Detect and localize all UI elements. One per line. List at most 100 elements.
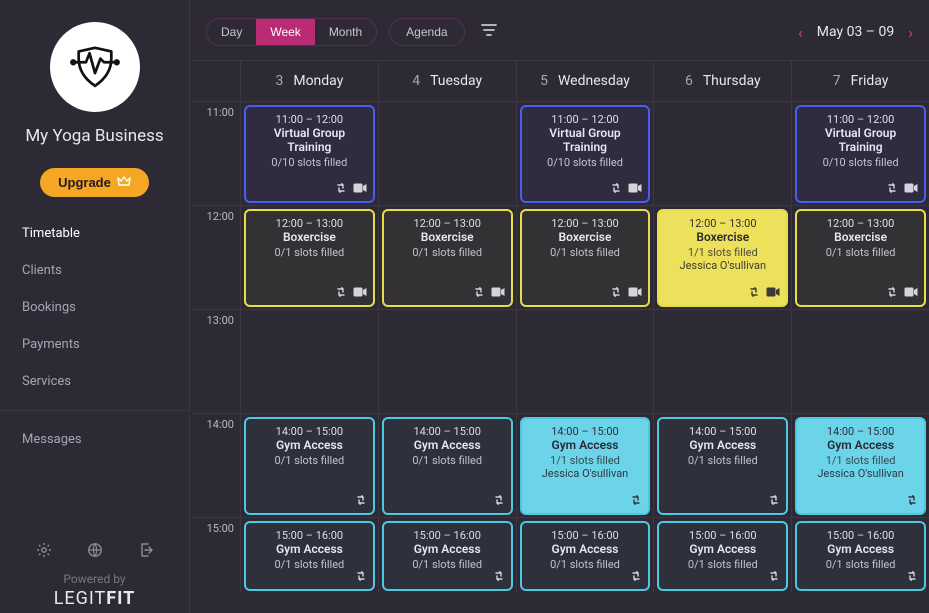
- filter-icon[interactable]: [477, 19, 501, 45]
- calendar-event[interactable]: 11:00 – 12:00Virtual Group Training0/10 …: [520, 105, 651, 203]
- day-header[interactable]: 6Thursday: [653, 61, 791, 101]
- day-name: Monday: [293, 73, 343, 89]
- event-time: 15:00 – 16:00: [827, 529, 894, 542]
- calendar-cell[interactable]: 15:00 – 16:00Gym Access0/1 slots filled: [653, 518, 791, 593]
- sidebar-item-payments[interactable]: Payments: [0, 326, 189, 363]
- view-day-button[interactable]: Day: [207, 19, 256, 45]
- event-time: 12:00 – 13:00: [551, 217, 618, 230]
- event-icons: [906, 570, 918, 585]
- calendar-cell[interactable]: 15:00 – 16:00Gym Access0/1 slots filled: [240, 518, 378, 593]
- view-month-button[interactable]: Month: [315, 19, 376, 45]
- calendar-event[interactable]: 14:00 – 15:00Gym Access1/1 slots filledJ…: [795, 417, 926, 515]
- calendar-cell[interactable]: [653, 310, 791, 413]
- event-title: Gym Access: [689, 439, 756, 453]
- sidebar-item-messages[interactable]: Messages: [0, 421, 189, 458]
- video-icon: [628, 182, 642, 197]
- sidebar-item-services[interactable]: Services: [0, 363, 189, 400]
- day-header[interactable]: 7Friday: [791, 61, 929, 101]
- calendar-event[interactable]: 15:00 – 16:00Gym Access0/1 slots filled: [520, 521, 651, 591]
- calendar-cell[interactable]: [378, 310, 516, 413]
- calendar-event[interactable]: 12:00 – 13:00Boxercise0/1 slots filled: [244, 209, 375, 307]
- calendar-cell[interactable]: 14:00 – 15:00Gym Access0/1 slots filled: [240, 414, 378, 517]
- calendar-cell[interactable]: 15:00 – 16:00Gym Access0/1 slots filled: [791, 518, 929, 593]
- event-slots: 1/1 slots filled: [826, 454, 896, 467]
- calendar-cell[interactable]: 11:00 – 12:00Virtual Group Training0/10 …: [791, 102, 929, 205]
- calendar-cell[interactable]: 14:00 – 15:00Gym Access1/1 slots filledJ…: [791, 414, 929, 517]
- event-time: 11:00 – 12:00: [827, 113, 894, 126]
- powered-by-label: Powered by: [63, 572, 125, 586]
- sidebar-item-timetable[interactable]: Timetable: [0, 215, 189, 252]
- calendar-event[interactable]: 15:00 – 16:00Gym Access0/1 slots filled: [244, 521, 375, 591]
- calendar-event[interactable]: 12:00 – 13:00Boxercise1/1 slots filledJe…: [657, 209, 788, 307]
- day-header[interactable]: 4Tuesday: [378, 61, 516, 101]
- calendar-cell[interactable]: 14:00 – 15:00Gym Access0/1 slots filled: [653, 414, 791, 517]
- sidebar-item-clients[interactable]: Clients: [0, 252, 189, 289]
- calendar-event[interactable]: 12:00 – 13:00Boxercise0/1 slots filled: [382, 209, 513, 307]
- view-week-button[interactable]: Week: [256, 19, 314, 45]
- event-time: 15:00 – 16:00: [689, 529, 756, 542]
- calendar-event[interactable]: 15:00 – 16:00Gym Access0/1 slots filled: [657, 521, 788, 591]
- calendar-cell[interactable]: 12:00 – 13:00Boxercise1/1 slots filledJe…: [653, 206, 791, 309]
- calendar-event[interactable]: 11:00 – 12:00Virtual Group Training0/10 …: [795, 105, 926, 203]
- event-title: Gym Access: [552, 543, 619, 557]
- calendar-cell[interactable]: [516, 310, 654, 413]
- globe-icon[interactable]: [87, 542, 103, 562]
- event-title: Boxercise: [696, 231, 749, 245]
- agenda-button[interactable]: Agenda: [389, 18, 464, 46]
- calendar-event[interactable]: 12:00 – 13:00Boxercise0/1 slots filled: [520, 209, 651, 307]
- event-title: Boxercise: [421, 231, 474, 245]
- upgrade-button[interactable]: Upgrade: [40, 168, 149, 197]
- sidebar-nav: Timetable Clients Bookings Payments Serv…: [0, 215, 189, 458]
- brand-light: LEGIT: [54, 588, 107, 609]
- event-title: Boxercise: [559, 231, 612, 245]
- sidebar-item-bookings[interactable]: Bookings: [0, 289, 189, 326]
- calendar-cell[interactable]: 14:00 – 15:00Gym Access1/1 slots filledJ…: [516, 414, 654, 517]
- time-label: 12:00: [192, 206, 240, 309]
- calendar-cell[interactable]: 12:00 – 13:00Boxercise0/1 slots filled: [791, 206, 929, 309]
- prev-week-button[interactable]: ‹: [798, 23, 803, 42]
- logout-icon[interactable]: [138, 542, 154, 562]
- calendar-event[interactable]: 14:00 – 15:00Gym Access0/1 slots filled: [382, 417, 513, 515]
- calendar-cell[interactable]: [240, 310, 378, 413]
- calendar-cell[interactable]: 15:00 – 16:00Gym Access0/1 slots filled: [378, 518, 516, 593]
- video-icon: [491, 286, 505, 301]
- event-title: Gym Access: [552, 439, 619, 453]
- video-icon: [353, 182, 367, 197]
- video-icon: [904, 182, 918, 197]
- upgrade-button-label: Upgrade: [58, 175, 111, 190]
- event-title: Virtual Group Training: [528, 127, 643, 155]
- day-header[interactable]: 5Wednesday: [516, 61, 654, 101]
- calendar-cell[interactable]: 11:00 – 12:00Virtual Group Training0/10 …: [516, 102, 654, 205]
- calendar-cell[interactable]: [378, 102, 516, 205]
- business-avatar[interactable]: [50, 22, 140, 112]
- event-icons: [768, 570, 780, 585]
- repeat-icon: [355, 494, 367, 509]
- calendar-event[interactable]: 14:00 – 15:00Gym Access0/1 slots filled: [244, 417, 375, 515]
- day-header[interactable]: 3Monday: [240, 61, 378, 101]
- calendar-cell[interactable]: [653, 102, 791, 205]
- sidebar-item-label: Payments: [22, 337, 80, 352]
- next-week-button[interactable]: ›: [908, 23, 913, 42]
- calendar-cell[interactable]: 12:00 – 13:00Boxercise0/1 slots filled: [378, 206, 516, 309]
- event-time: 14:00 – 15:00: [827, 425, 894, 438]
- calendar-event[interactable]: 12:00 – 13:00Boxercise0/1 slots filled: [795, 209, 926, 307]
- calendar-event[interactable]: 15:00 – 16:00Gym Access0/1 slots filled: [382, 521, 513, 591]
- event-icons: [630, 570, 642, 585]
- date-range-label[interactable]: May 03 – 09: [817, 24, 894, 40]
- calendar-row: 14:0014:00 – 15:00Gym Access0/1 slots fi…: [192, 413, 929, 517]
- calendar-cell[interactable]: 12:00 – 13:00Boxercise0/1 slots filled: [240, 206, 378, 309]
- settings-icon[interactable]: [36, 542, 52, 562]
- calendar-event[interactable]: 14:00 – 15:00Gym Access0/1 slots filled: [657, 417, 788, 515]
- calendar-event[interactable]: 14:00 – 15:00Gym Access1/1 slots filledJ…: [520, 417, 651, 515]
- calendar-body[interactable]: 11:0011:00 – 12:00Virtual Group Training…: [192, 101, 929, 613]
- event-icons: [355, 570, 367, 585]
- calendar-cell[interactable]: 15:00 – 16:00Gym Access0/1 slots filled: [516, 518, 654, 593]
- calendar-cell[interactable]: [791, 310, 929, 413]
- event-title: Gym Access: [827, 439, 894, 453]
- day-name: Wednesday: [558, 73, 630, 89]
- calendar-cell[interactable]: 11:00 – 12:00Virtual Group Training0/10 …: [240, 102, 378, 205]
- calendar-cell[interactable]: 12:00 – 13:00Boxercise0/1 slots filled: [516, 206, 654, 309]
- calendar-event[interactable]: 11:00 – 12:00Virtual Group Training0/10 …: [244, 105, 375, 203]
- calendar-cell[interactable]: 14:00 – 15:00Gym Access0/1 slots filled: [378, 414, 516, 517]
- calendar-event[interactable]: 15:00 – 16:00Gym Access0/1 slots filled: [795, 521, 926, 591]
